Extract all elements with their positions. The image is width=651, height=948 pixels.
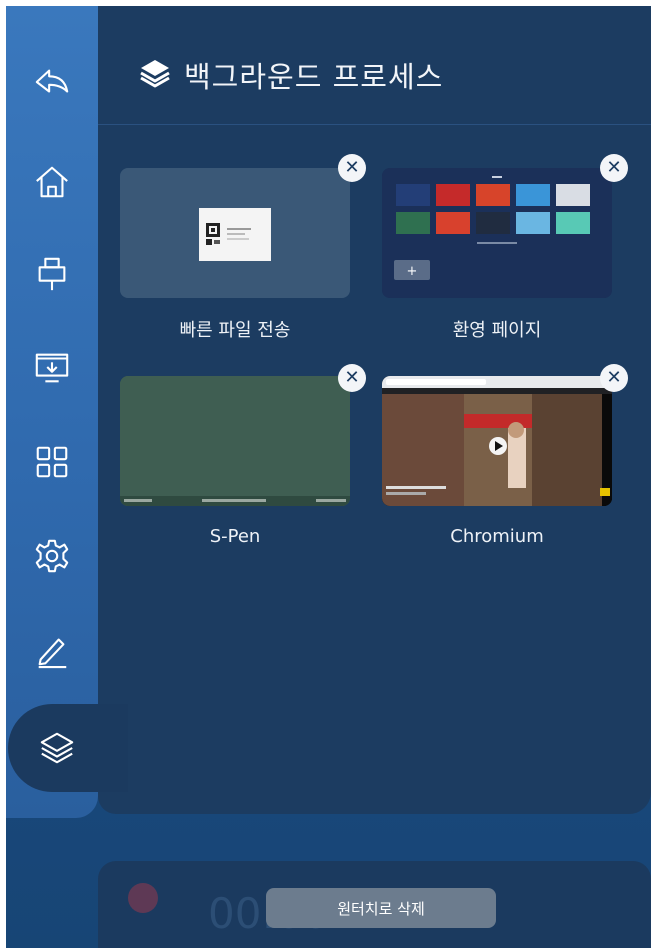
panel-header: 백그라운드 프로세스 xyxy=(98,6,651,125)
close-icon: ✕ xyxy=(344,367,360,388)
layers-icon xyxy=(140,60,170,88)
sidebar-item-background-processes[interactable] xyxy=(8,704,128,792)
process-label-s-pen: S-Pen xyxy=(209,526,261,547)
apps-button[interactable] xyxy=(20,430,84,494)
panel-title: 백그라운드 프로세스 xyxy=(184,60,444,94)
layers-icon xyxy=(40,732,74,764)
svg-text:+: + xyxy=(407,264,418,279)
process-card-welcome-page[interactable]: + xyxy=(382,168,612,298)
process-label-quick-file-transfer: 빠른 파일 전송 xyxy=(179,320,291,341)
s-pen-thumbnail xyxy=(120,376,350,506)
sidebar xyxy=(6,6,98,818)
chromium-thumbnail xyxy=(382,376,612,506)
process-label-chromium: Chromium xyxy=(450,526,544,547)
one-touch-delete-button[interactable]: 원터치로 삭제 xyxy=(266,888,496,928)
settings-button[interactable] xyxy=(20,524,84,588)
input-source-icon xyxy=(38,257,66,291)
pen-icon xyxy=(38,638,67,669)
home-icon xyxy=(36,166,68,198)
screen-share-button[interactable] xyxy=(20,336,84,400)
qr-thumbnail xyxy=(199,208,271,261)
close-icon: ✕ xyxy=(344,157,360,178)
close-welcome-page-button[interactable]: ✕ xyxy=(600,154,628,182)
gear-icon xyxy=(35,539,69,573)
process-label-welcome-page: 환영 페이지 xyxy=(452,320,542,341)
background-process-panel: 백그라운드 프로세스 ✕ 빠른 파일 전송 + ✕ 환영 페이지 ✕ S-Pen… xyxy=(98,6,651,814)
close-icon: ✕ xyxy=(606,367,622,388)
process-card-chromium[interactable] xyxy=(382,376,612,506)
screen-share-icon xyxy=(35,353,69,383)
process-card-s-pen[interactable] xyxy=(120,376,350,506)
welcome-page-thumbnail: + xyxy=(382,168,612,298)
close-s-pen-button[interactable]: ✕ xyxy=(338,364,366,392)
pen-button[interactable] xyxy=(20,618,84,682)
back-arrow-icon xyxy=(35,69,69,93)
screen: 백그라운드 프로세스 ✕ 빠른 파일 전송 + ✕ 환영 페이지 ✕ S-Pen… xyxy=(6,6,651,948)
close-quick-file-transfer-button[interactable]: ✕ xyxy=(338,154,366,182)
record-indicator xyxy=(128,883,158,913)
bottom-bar: 00:00 원터치로 삭제 xyxy=(98,861,651,948)
input-source-button[interactable] xyxy=(20,242,84,306)
back-button[interactable] xyxy=(20,50,84,114)
close-icon: ✕ xyxy=(606,157,622,178)
home-button[interactable] xyxy=(20,150,84,214)
apps-grid-icon xyxy=(36,446,68,478)
close-chromium-button[interactable]: ✕ xyxy=(600,364,628,392)
process-card-quick-file-transfer[interactable] xyxy=(120,168,350,298)
